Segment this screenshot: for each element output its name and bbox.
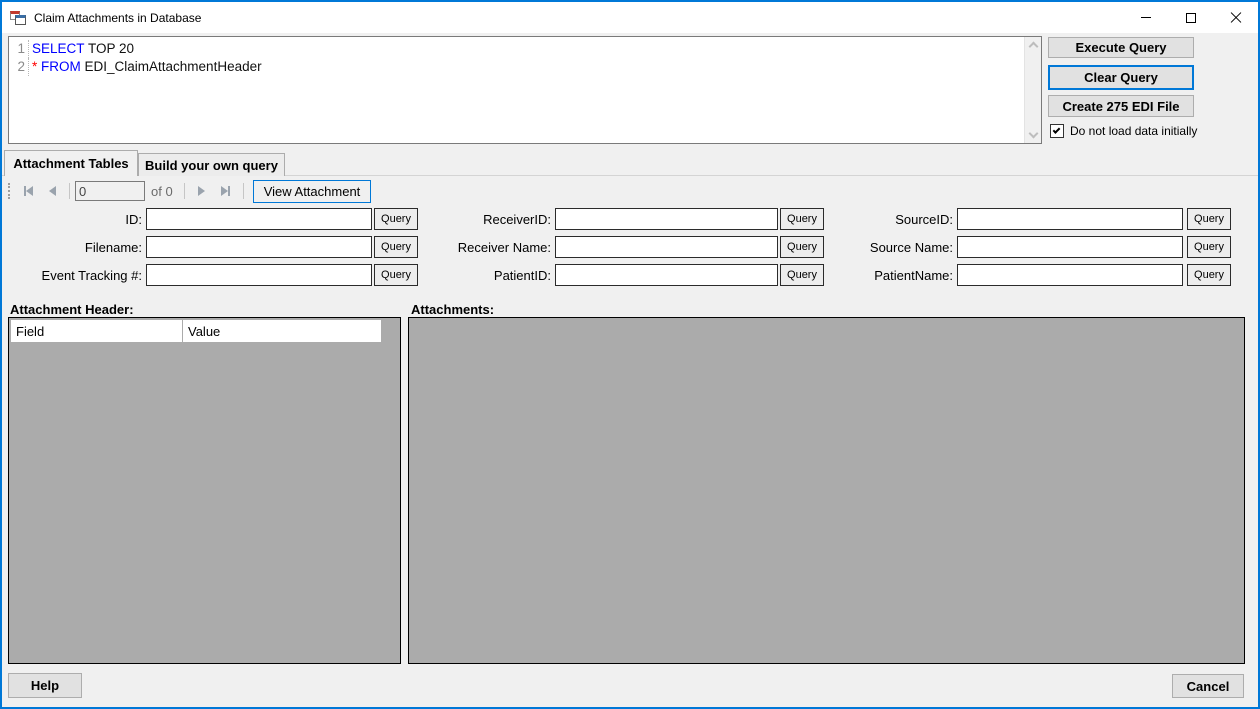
source-id-query-button[interactable]: Query [1187, 208, 1231, 230]
line-number: 2 [9, 58, 25, 76]
toolstrip-separator [243, 183, 244, 199]
grid-header-row: Field Value [11, 320, 398, 342]
grid-column-field[interactable]: Field [11, 320, 183, 342]
record-count-label: of 0 [151, 184, 173, 199]
help-button[interactable]: Help [8, 673, 82, 698]
source-name-label: Source Name: [808, 240, 953, 255]
create-275-edi-file-button[interactable]: Create 275 EDI File [1048, 95, 1194, 117]
attachment-header-label: Attachment Header: [10, 302, 134, 317]
editor-scrollbar[interactable] [1024, 37, 1041, 143]
scroll-down-icon[interactable] [1029, 129, 1039, 139]
window-title: Claim Attachments in Database [34, 11, 201, 25]
event-tracking-label: Event Tracking #: [8, 268, 142, 283]
field-receiver-name: Receiver Name: Query [418, 236, 824, 258]
field-filename: Filename: Query [8, 236, 418, 258]
event-tracking-query-button[interactable]: Query [374, 264, 418, 286]
maximize-icon [1186, 13, 1196, 23]
field-patient-id: PatientID: Query [418, 264, 824, 286]
toolstrip-grip[interactable] [8, 183, 10, 199]
id-input[interactable] [146, 208, 372, 230]
attachment-header-grid[interactable]: Field Value [8, 317, 401, 664]
cancel-button[interactable]: Cancel [1172, 674, 1244, 698]
receiver-name-input[interactable] [555, 236, 778, 258]
receiver-id-label: ReceiverID: [418, 212, 551, 227]
source-name-input[interactable] [957, 236, 1183, 258]
move-last-button[interactable] [214, 181, 238, 201]
record-navigator: of 0 View Attachment [4, 178, 1256, 204]
clear-query-button[interactable]: Clear Query [1048, 65, 1194, 90]
field-id: ID: Query [8, 208, 418, 230]
field-source-name: Source Name: Query [808, 236, 1231, 258]
field-receiver-id: ReceiverID: Query [418, 208, 824, 230]
sql-query-editor[interactable]: 1SELECT TOP 20 2* FROM EDI_ClaimAttachme… [8, 36, 1042, 144]
minimize-button[interactable] [1123, 2, 1168, 33]
tab-strip: Attachment Tables Build your own query [2, 150, 1258, 176]
attachments-panel[interactable] [408, 317, 1245, 664]
do-not-load-checkbox[interactable] [1050, 124, 1064, 138]
view-attachment-button[interactable]: View Attachment [253, 180, 372, 203]
patient-id-label: PatientID: [418, 268, 551, 283]
maximize-button[interactable] [1168, 2, 1213, 33]
move-next-button[interactable] [190, 181, 214, 201]
checkmark-icon [1053, 126, 1061, 134]
sql-query-text: 1SELECT TOP 20 2* FROM EDI_ClaimAttachme… [9, 37, 1024, 143]
event-tracking-input[interactable] [146, 264, 372, 286]
patient-name-query-button[interactable]: Query [1187, 264, 1231, 286]
source-id-input[interactable] [957, 208, 1183, 230]
patient-name-label: PatientName: [808, 268, 953, 283]
patient-id-input[interactable] [555, 264, 778, 286]
close-icon [1230, 12, 1242, 24]
move-previous-button[interactable] [40, 181, 64, 201]
titlebar: Claim Attachments in Database [2, 2, 1258, 33]
close-button[interactable] [1213, 2, 1258, 33]
scroll-up-icon[interactable] [1029, 42, 1039, 52]
field-patient-name: PatientName: Query [808, 264, 1231, 286]
source-name-query-button[interactable]: Query [1187, 236, 1231, 258]
source-id-label: SourceID: [808, 212, 953, 227]
id-label: ID: [8, 212, 142, 227]
id-query-button[interactable]: Query [374, 208, 418, 230]
record-position-input[interactable] [75, 181, 145, 201]
execute-query-button[interactable]: Execute Query [1048, 37, 1194, 58]
field-source-id: SourceID: Query [808, 208, 1231, 230]
move-first-button[interactable] [16, 181, 40, 201]
do-not-load-checkbox-label: Do not load data initially [1070, 124, 1197, 138]
receiver-name-label: Receiver Name: [418, 240, 551, 255]
filename-query-button[interactable]: Query [374, 236, 418, 258]
filename-label: Filename: [8, 240, 142, 255]
patient-name-input[interactable] [957, 264, 1183, 286]
line-number: 1 [9, 40, 25, 58]
claim-attachments-window: Claim Attachments in Database 1SELECT TO… [0, 0, 1260, 709]
filename-input[interactable] [146, 236, 372, 258]
do-not-load-checkbox-row: Do not load data initially [1050, 124, 1197, 138]
toolstrip-separator [69, 183, 70, 199]
tab-attachment-tables[interactable]: Attachment Tables [4, 150, 138, 176]
receiver-id-input[interactable] [555, 208, 778, 230]
toolstrip-separator [184, 183, 185, 199]
field-event-tracking: Event Tracking #: Query [8, 264, 418, 286]
app-icon [10, 11, 26, 25]
tab-build-your-own-query[interactable]: Build your own query [138, 153, 285, 176]
attachments-label: Attachments: [411, 302, 494, 317]
grid-column-value[interactable]: Value [183, 320, 381, 342]
minimize-icon [1141, 17, 1151, 18]
